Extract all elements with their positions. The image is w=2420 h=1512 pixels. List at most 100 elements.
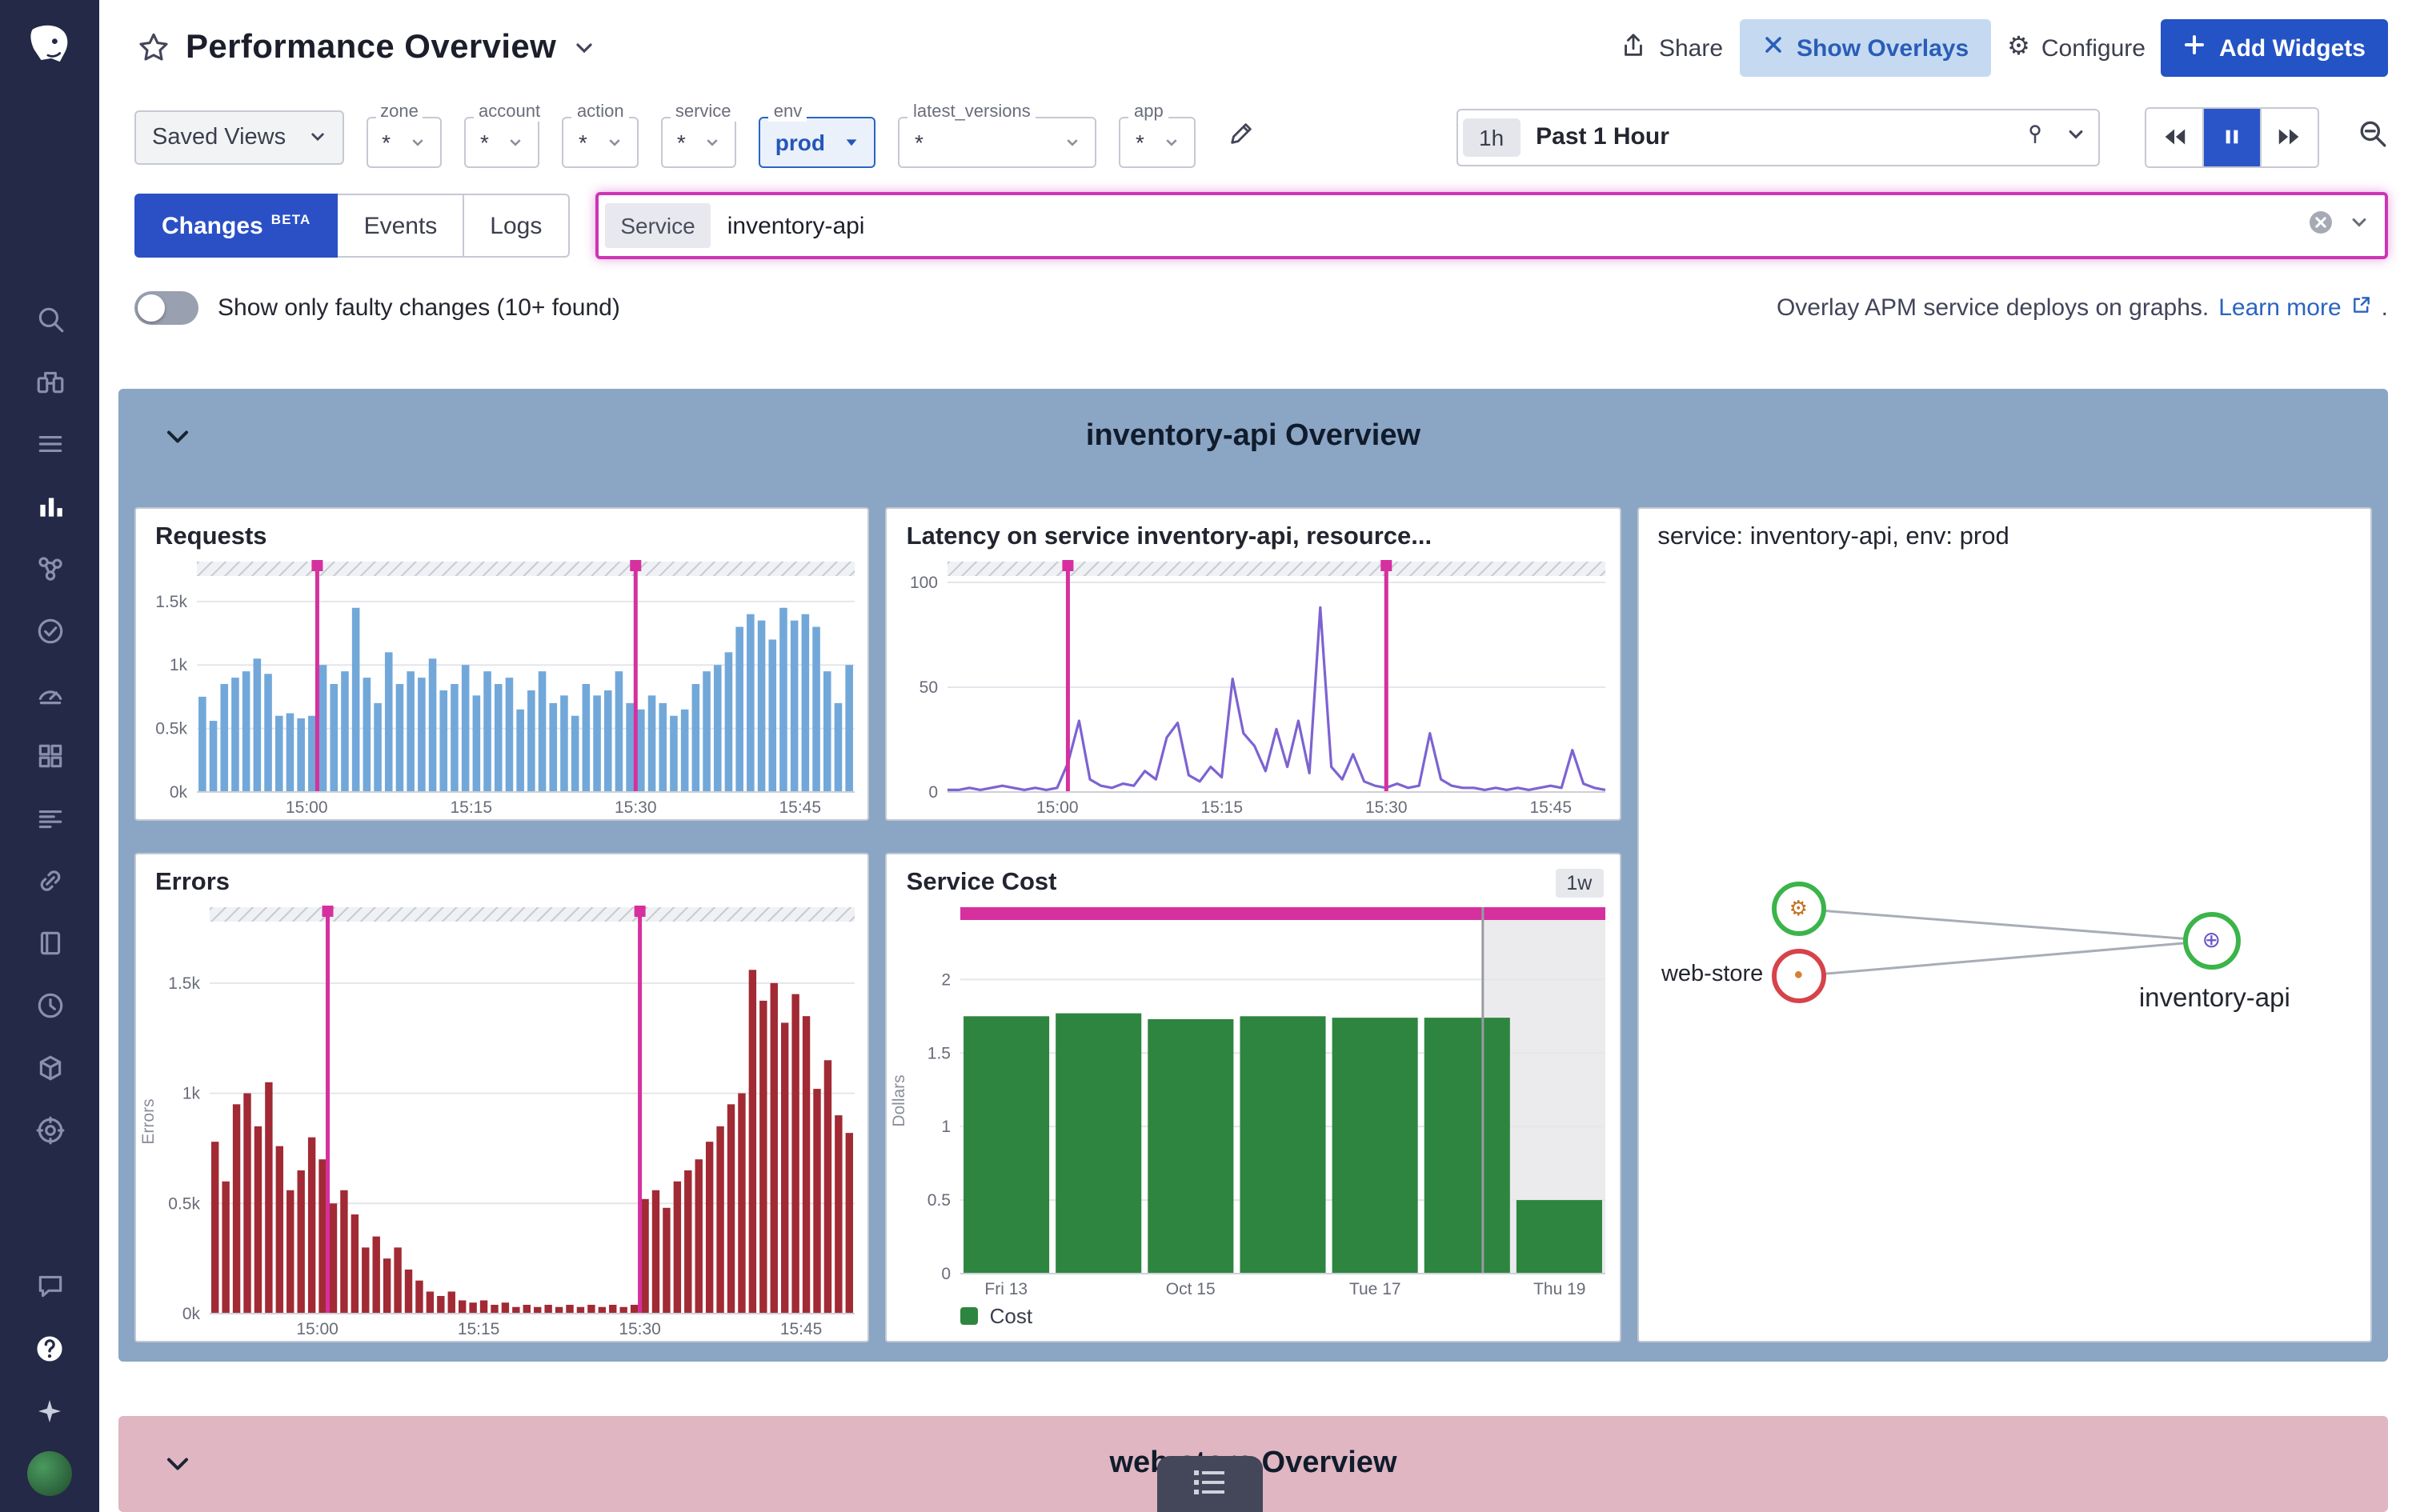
svg-text:15:30: 15:30 <box>615 798 657 816</box>
show-overlays-button[interactable]: Show Overlays <box>1739 19 1991 77</box>
errors-chart[interactable]: 0k0.5k1k1.5k15:0015:1515:3015:45Errors <box>136 900 868 1340</box>
saved-views-dropdown[interactable]: Saved Views <box>134 110 343 164</box>
tab-changes[interactable]: Changes BETA <box>134 194 339 258</box>
learn-more-link[interactable]: Learn more <box>2218 294 2341 321</box>
svg-text:Dollars: Dollars <box>891 1074 909 1126</box>
whats-new-sparkle-icon[interactable] <box>0 1379 99 1442</box>
time-forward-button[interactable] <box>2260 108 2318 166</box>
time-chevron-down-icon[interactable] <box>2066 122 2085 151</box>
logs-stream-icon[interactable] <box>0 787 99 850</box>
search-facet-chip[interactable]: Service <box>604 204 711 249</box>
web-store-node-label: web-store <box>1638 961 1763 986</box>
template-var-latest-versions[interactable]: latest_versions * <box>899 116 1097 167</box>
zoom-out-icon[interactable] <box>2358 118 2388 156</box>
toggle-label: Show only faulty changes (10+ found) <box>218 294 620 321</box>
template-var-zone[interactable]: zone * <box>366 116 442 167</box>
svg-text:15:15: 15:15 <box>450 798 492 816</box>
tab-logs[interactable]: Logs <box>464 194 569 258</box>
security-target-icon[interactable] <box>0 1099 99 1162</box>
search-input[interactable]: Service inventory-api <box>595 193 2388 260</box>
edit-template-variables-icon[interactable] <box>1228 119 1255 154</box>
svg-text:1.5k: 1.5k <box>168 974 200 992</box>
tab-group: Changes BETA Events Logs <box>134 194 569 258</box>
svg-text:1k: 1k <box>182 1084 201 1102</box>
chevron-down-icon <box>1065 134 1081 150</box>
svg-text:0.5: 0.5 <box>928 1190 951 1209</box>
chart-legend[interactable]: Cost <box>887 1300 1620 1340</box>
template-var-app[interactable]: app * <box>1120 116 1196 167</box>
configure-button[interactable]: ⚙ Configure <box>2007 34 2146 62</box>
collapse-chevron-icon[interactable] <box>160 418 195 454</box>
add-widgets-button[interactable]: Add Widgets <box>2162 19 2388 77</box>
collapse-chevron-icon[interactable] <box>160 1446 195 1481</box>
svg-text:Errors: Errors <box>139 1098 158 1144</box>
notebooks-icon[interactable] <box>0 912 99 974</box>
section-title: inventory-api Overview <box>1086 418 1420 454</box>
chevron-down-icon <box>508 134 524 150</box>
svg-text:Thu 19: Thu 19 <box>1534 1279 1586 1298</box>
svg-text:15:45: 15:45 <box>1530 798 1573 816</box>
svg-text:1k: 1k <box>170 656 188 674</box>
share-button[interactable]: Share <box>1621 31 1723 65</box>
help-icon[interactable] <box>0 1317 99 1379</box>
user-avatar[interactable] <box>27 1451 72 1496</box>
requests-chart[interactable]: 0k0.5k1k1.5k15:0015:1515:3015:45 <box>136 554 868 818</box>
svg-text:15:00: 15:00 <box>296 1319 339 1338</box>
packages-icon[interactable] <box>0 1037 99 1099</box>
title-chevron-down-icon[interactable] <box>572 37 595 59</box>
controls-row: Show only faulty changes (10+ found) Ove… <box>99 278 2420 337</box>
search-icon[interactable] <box>0 288 99 350</box>
svg-text:100: 100 <box>911 573 939 591</box>
svg-text:1.5: 1.5 <box>928 1044 951 1062</box>
integrations-link-icon[interactable] <box>0 850 99 912</box>
service-map-icon[interactable] <box>0 538 99 600</box>
monitors-icon[interactable] <box>0 600 99 662</box>
pause-button[interactable] <box>2202 108 2260 166</box>
template-var-account[interactable]: account * <box>464 116 540 167</box>
ci-blocks-icon[interactable] <box>0 725 99 787</box>
apm-gauge-icon[interactable] <box>0 662 99 725</box>
star-icon[interactable] <box>138 32 170 64</box>
service-cost-chart[interactable]: 00.511.52Fri 13Oct 15Tue 17Thu 19Dollars <box>887 900 1620 1300</box>
external-link-icon[interactable] <box>2351 294 2372 321</box>
template-var-action[interactable]: action * <box>563 116 639 167</box>
gear-icon: ⚙ <box>2007 35 2030 61</box>
svg-text:0.5k: 0.5k <box>168 1194 200 1213</box>
time-window-badge[interactable]: 1w <box>1555 868 1603 897</box>
service-map[interactable]: web-store ⚙ ● ⊕ inventory-api <box>1638 554 2370 1340</box>
chat-icon[interactable] <box>0 1254 99 1317</box>
svg-text:15:00: 15:00 <box>286 798 328 816</box>
dashboards-icon[interactable] <box>0 475 99 538</box>
time-range-picker[interactable]: 1h Past 1 Hour <box>1456 108 2100 166</box>
time-backward-button[interactable] <box>2146 108 2202 166</box>
svg-text:Tue 17: Tue 17 <box>1350 1279 1402 1298</box>
web-store-alert-node[interactable]: ● <box>1771 948 1825 1002</box>
tab-events[interactable]: Events <box>339 194 465 258</box>
pin-icon[interactable] <box>2023 121 2047 153</box>
template-var-env[interactable]: env prod <box>759 116 876 167</box>
widget-title: Requests <box>136 508 868 554</box>
template-var-service[interactable]: service * <box>661 116 737 167</box>
widget-title: Service Cost <box>907 868 1057 897</box>
sidebar <box>0 0 99 1512</box>
clear-search-icon[interactable] <box>2308 210 2334 243</box>
events-list-icon[interactable] <box>0 413 99 475</box>
widget-drag-preview[interactable] <box>1157 1456 1263 1512</box>
search-chevron-down-icon[interactable] <box>2350 212 2369 241</box>
latency-chart[interactable]: 05010015:0015:1515:3015:45 <box>887 554 1620 818</box>
widget-title: Errors <box>136 854 868 900</box>
widget-title: service: inventory-api, env: prod <box>1638 508 2370 554</box>
share-icon <box>1621 31 1648 65</box>
infrastructure-icon[interactable] <box>0 350 99 413</box>
svg-text:15:30: 15:30 <box>1366 798 1408 816</box>
search-value[interactable]: inventory-api <box>727 213 2292 240</box>
inventory-api-node[interactable]: ⊕ <box>2182 911 2240 969</box>
service-map-widget: service: inventory-api, env: prod web-st… <box>1637 506 2372 1342</box>
svg-text:0: 0 <box>942 1264 952 1282</box>
web-store-service-node[interactable]: ⚙ <box>1771 881 1825 935</box>
chevron-down-icon <box>1164 134 1180 150</box>
datadog-logo[interactable] <box>16 13 83 80</box>
chevron-down-icon <box>607 134 623 150</box>
faulty-changes-toggle[interactable] <box>134 290 198 324</box>
scheduled-clock-icon[interactable] <box>0 974 99 1037</box>
